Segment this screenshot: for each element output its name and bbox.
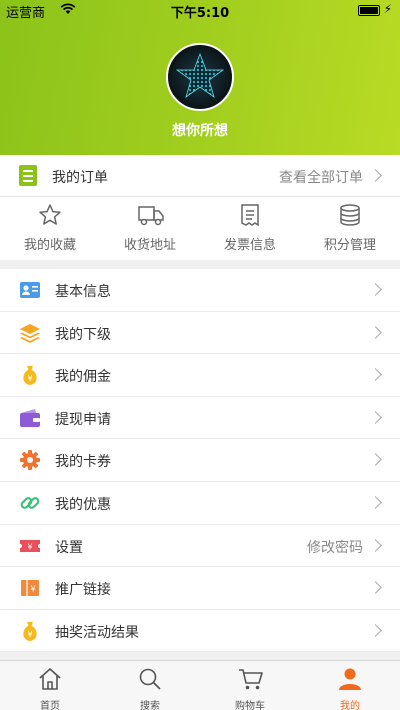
wallet-icon — [20, 408, 40, 427]
menu-label: 基本信息 — [55, 284, 111, 300]
id-card-icon — [20, 282, 40, 298]
status-bar: 运营商 下午5:10 ⚡ — [0, 0, 400, 21]
tab-label: 购物车 — [235, 701, 265, 710]
star-avatar-graphic — [176, 52, 224, 98]
menu-item-discounts[interactable]: 我的优惠 — [0, 482, 400, 525]
cart-icon — [239, 669, 263, 690]
chevron-right-icon — [369, 581, 382, 595]
search-icon — [139, 668, 161, 690]
ticket-icon: ¥ — [20, 539, 40, 552]
menu-item-commission[interactable]: ¥ 我的佣金 — [0, 354, 400, 397]
battery-icon — [358, 5, 380, 16]
menu-item-lottery-results[interactable]: ¥ 抽奖活动结果 — [0, 610, 400, 653]
gear-icon — [20, 450, 40, 471]
order-list-icon — [19, 165, 37, 186]
chevron-right-icon — [369, 325, 382, 339]
my-orders-row[interactable]: 我的订单 查看全部订单 — [0, 155, 400, 197]
chevron-right-icon — [369, 496, 382, 509]
layers-icon — [20, 323, 40, 343]
menu-label: 推广链接 — [55, 582, 111, 599]
profile-header: 运营商 下午5:10 ⚡ 想你所想 — [0, 0, 400, 155]
favorites-label: 我的收藏 — [23, 238, 76, 253]
invoice-info-button[interactable]: 发票信息 — [200, 197, 300, 260]
menu-label: 我的优惠 — [55, 496, 111, 513]
menu-label: 提现申请 — [55, 411, 111, 428]
menu-item-withdraw[interactable]: 提现申请 — [0, 397, 400, 440]
home-icon — [39, 668, 61, 690]
money-bag-icon: ¥ — [23, 366, 37, 386]
view-all-orders-link[interactable]: 查看全部订单 — [279, 167, 363, 187]
my-orders-label: 我的订单 — [52, 170, 108, 186]
shipping-address-button[interactable]: 收货地址 — [100, 197, 200, 260]
tab-label: 搜索 — [140, 701, 160, 710]
chevron-right-icon — [369, 538, 382, 552]
invoice-info-label: 发票信息 — [223, 238, 276, 253]
change-password-link[interactable]: 修改密码 — [307, 537, 363, 557]
chevron-right-icon — [369, 453, 382, 467]
invoice-icon — [241, 204, 259, 227]
coupon-icon: ¥ — [21, 580, 39, 597]
menu-label: 我的卡券 — [55, 454, 111, 471]
coins-stack-icon — [340, 204, 360, 226]
chevron-right-icon — [369, 283, 382, 296]
menu-label: 抽奖活动结果 — [55, 624, 139, 641]
settings-menu: 基本信息 我的下级 ¥ 我的佣金 提现申请 我的卡券 我的优惠 ¥ 设置 修改密… — [0, 269, 400, 653]
menu-item-basic-info[interactable]: 基本信息 — [0, 269, 400, 312]
svg-text:¥: ¥ — [27, 630, 32, 639]
tab-cart[interactable]: 购物车 — [200, 661, 300, 710]
menu-item-vouchers[interactable]: 我的卡券 — [0, 439, 400, 482]
link-icon — [20, 497, 40, 509]
points-management-button[interactable]: 积分管理 — [300, 197, 400, 260]
tab-label: 我的 — [340, 701, 360, 710]
menu-label: 我的下级 — [55, 326, 111, 343]
avatar[interactable] — [166, 43, 234, 111]
username[interactable]: 想你所想 — [0, 120, 400, 140]
star-icon — [39, 204, 61, 225]
tab-bar: 首页 搜索 购物车 我的 — [0, 660, 400, 710]
menu-item-settings[interactable]: ¥ 设置 修改密码 — [0, 525, 400, 568]
chevron-right-icon — [369, 368, 382, 382]
money-bag-icon: ¥ — [23, 621, 37, 641]
svg-text:¥: ¥ — [30, 585, 35, 594]
svg-text:¥: ¥ — [27, 542, 32, 551]
orders-section: 我的订单 查看全部订单 我的收藏 收货地址 发票信息 积分管理 — [0, 155, 400, 260]
tab-home[interactable]: 首页 — [0, 661, 100, 710]
menu-item-promo-link[interactable]: ¥ 推广链接 — [0, 567, 400, 610]
charging-icon: ⚡ — [383, 2, 392, 16]
points-management-label: 积分管理 — [323, 238, 376, 253]
clock: 下午5:10 — [170, 6, 230, 21]
shipping-address-label: 收货地址 — [123, 238, 176, 253]
menu-item-subordinates[interactable]: 我的下级 — [0, 312, 400, 355]
menu-label: 设置 — [55, 539, 83, 556]
svg-text:¥: ¥ — [27, 374, 32, 383]
menu-label: 我的佣金 — [55, 369, 111, 386]
tab-search[interactable]: 搜索 — [100, 661, 200, 710]
chevron-right-icon — [369, 410, 382, 424]
tab-me[interactable]: 我的 — [300, 661, 400, 710]
user-icon — [339, 668, 361, 690]
chevron-right-icon — [369, 169, 382, 182]
truck-icon — [138, 206, 164, 226]
favorites-button[interactable]: 我的收藏 — [0, 197, 100, 260]
tab-label: 首页 — [40, 701, 60, 710]
chevron-right-icon — [369, 623, 382, 637]
